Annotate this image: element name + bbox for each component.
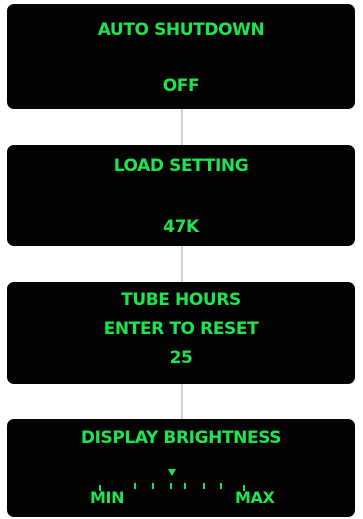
brightness-min-label: MIN (90, 488, 125, 507)
tube-hours-screen: TUBE HOURS ENTER TO RESET 25 (7, 282, 355, 384)
menu-connector (181, 384, 183, 419)
load-setting-value: 47K (163, 217, 199, 237)
brightness-level-pointer (168, 469, 176, 476)
auto-shutdown-screen: AUTO SHUTDOWN OFF (7, 4, 355, 109)
brightness-max-label: MAX (235, 488, 275, 507)
display-brightness-title: DISPLAY BRIGHTNESS (80, 428, 282, 448)
display-brightness-screen: DISPLAY BRIGHTNESS MIN MAX (7, 419, 355, 517)
brightness-tick (152, 483, 154, 489)
load-setting-screen: LOAD SETTING 47K (7, 145, 355, 246)
load-setting-title: LOAD SETTING (113, 156, 249, 176)
brightness-tick (99, 485, 101, 491)
tube-hours-title: TUBE HOURS (121, 290, 241, 310)
brightness-tick (134, 483, 136, 489)
brightness-tick (203, 483, 205, 489)
tube-hours-value: 25 (169, 348, 193, 368)
brightness-tick (243, 485, 245, 491)
menu-connector (181, 109, 183, 145)
tube-hours-reset-hint: ENTER TO RESET (103, 319, 259, 339)
brightness-tick (170, 483, 172, 489)
brightness-tick (220, 483, 222, 489)
auto-shutdown-value: OFF (162, 76, 200, 96)
menu-connector (181, 246, 183, 282)
auto-shutdown-title: AUTO SHUTDOWN (97, 20, 265, 40)
brightness-tick (184, 483, 186, 489)
